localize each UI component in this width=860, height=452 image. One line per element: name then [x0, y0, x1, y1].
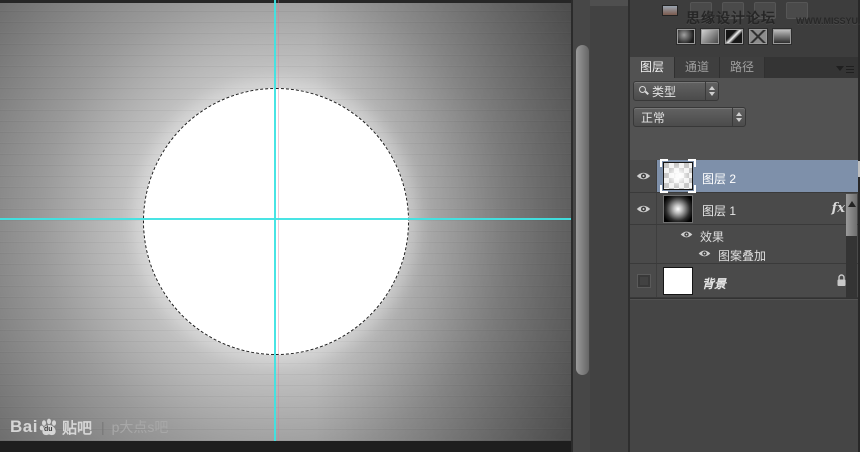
- gradient-presets-area: 思缘设计论坛 WWW.MISSYUAN.COM: [630, 0, 858, 57]
- tab-paths[interactable]: 路径: [720, 57, 765, 78]
- forum-name-label: p大点s吧: [112, 417, 169, 437]
- gradient-preset-5[interactable]: [773, 29, 791, 44]
- blend-mode-select[interactable]: 正常: [633, 107, 746, 127]
- layer-row-layer1[interactable]: 图层 1 fx: [630, 193, 858, 225]
- effects-label[interactable]: 效果: [700, 228, 724, 245]
- search-icon: [639, 86, 649, 96]
- baidu-brand-text: Bai: [10, 417, 38, 437]
- layer-thumbnail[interactable]: [663, 195, 693, 223]
- panel-footer: [630, 298, 858, 452]
- site-watermark-url: WWW.MISSYUAN.COM: [796, 16, 860, 26]
- layers-scrollbar-thumb[interactable]: [846, 194, 857, 236]
- workspace-strip-highlight: [590, 0, 628, 6]
- document-canvas[interactable]: Bai du 贴吧 | p大点s吧: [0, 0, 571, 452]
- layer-row-background[interactable]: 背景: [630, 263, 858, 298]
- filter-type-select[interactable]: 类型: [633, 81, 719, 101]
- document-scrollbar-thumb[interactable]: [576, 45, 589, 375]
- baidu-paw-icon: du: [39, 417, 59, 437]
- filter-type-label: 类型: [652, 83, 676, 100]
- document-top-edge: [0, 0, 571, 3]
- gradient-preset-1[interactable]: [677, 29, 695, 44]
- blend-mode-value: 正常: [641, 109, 665, 126]
- document-bottom-edge: [0, 441, 571, 452]
- gradient-preset-3[interactable]: [725, 29, 743, 44]
- menu-bars-icon: [846, 64, 854, 73]
- menu-triangle-icon: [836, 66, 844, 71]
- select-stepper: [732, 108, 745, 126]
- elliptical-selection-marching-ants[interactable]: [143, 88, 409, 355]
- layers-list: 图层 2 图层 1 fx 效果: [630, 160, 858, 298]
- visibility-toggle-off[interactable]: [637, 274, 651, 288]
- horizontal-guide[interactable]: [0, 218, 571, 220]
- visibility-toggle[interactable]: [630, 193, 656, 224]
- pattern-overlay-label[interactable]: 图案叠加: [718, 247, 766, 264]
- gradient-swatch-mini-icon[interactable]: [662, 5, 678, 16]
- baidu-tieba-watermark: Bai du 贴吧 | p大点s吧: [10, 414, 168, 440]
- pattern-overlay-row[interactable]: 图案叠加: [630, 244, 858, 263]
- panel-tabbar: 图层 通道 路径: [630, 57, 858, 78]
- tab-layers[interactable]: 图层: [630, 57, 675, 78]
- tab-channels[interactable]: 通道: [675, 57, 720, 78]
- baidu-brand-suffix: du: [44, 426, 53, 433]
- fx-badge[interactable]: fx: [832, 201, 845, 216]
- select-stepper: [705, 82, 718, 100]
- photoshop-workspace: Bai du 贴吧 | p大点s吧: [0, 0, 860, 452]
- vertical-guide-shadow: [278, 0, 279, 452]
- vertical-guide[interactable]: [274, 0, 276, 452]
- tieba-label: 贴吧: [62, 417, 92, 438]
- layer-row-layer2[interactable]: 图层 2: [630, 160, 858, 193]
- layer-thumbnail[interactable]: [663, 267, 693, 295]
- watermark-separator: |: [101, 419, 105, 435]
- layer-name[interactable]: 图层 2: [702, 170, 736, 187]
- layer-controls: 类型 T 正常 不透明度: 100%: [630, 78, 858, 160]
- visibility-toggle[interactable]: [630, 160, 656, 192]
- gradient-preset-4[interactable]: [749, 29, 767, 44]
- workspace-strip: [590, 0, 630, 452]
- layer-name[interactable]: 背景: [702, 275, 726, 292]
- effect-visibility-toggle[interactable]: [698, 249, 711, 258]
- effect-visibility-toggle[interactable]: [680, 230, 693, 239]
- panel-menu-icon[interactable]: [836, 64, 854, 73]
- layers-panel: 思缘设计论坛 WWW.MISSYUAN.COM 图层 通道 路径 类型: [630, 0, 860, 452]
- effects-row[interactable]: 效果: [630, 225, 858, 244]
- gradient-preset-2[interactable]: [701, 29, 719, 44]
- layer-name[interactable]: 图层 1: [702, 202, 736, 219]
- layer-thumbnail[interactable]: [663, 162, 693, 190]
- site-watermark-name: 思缘设计论坛: [686, 8, 776, 28]
- document-vertical-scrollbar[interactable]: [571, 0, 590, 452]
